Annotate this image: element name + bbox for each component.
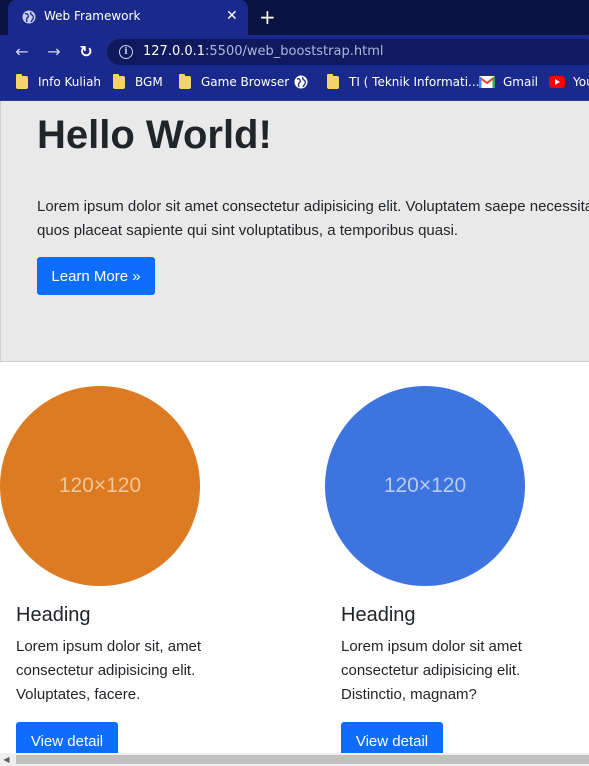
globe-icon [22, 10, 36, 24]
url-host: 127.0.0.1 [143, 44, 206, 59]
browser-tab[interactable]: Web Framework ✕ [8, 0, 248, 35]
bookmark-label: Gmail [503, 75, 539, 89]
view-detail-button[interactable]: View detail [16, 722, 118, 753]
bookmark-label: TI ( Teknik Informati... [349, 75, 480, 89]
browser-toolbar: ← → ↻ i 127.0.0.1:5500/web_booststrap.ht… [0, 35, 589, 69]
youtube-icon [549, 76, 565, 88]
card-image-placeholder: 120×120 [0, 386, 200, 586]
card-heading: Heading [341, 604, 416, 626]
bookmark-game-browser[interactable]: Game Browser [179, 73, 290, 89]
card-text: Lorem ipsum dolor sit, amet consectetur … [16, 638, 202, 703]
close-icon[interactable]: ✕ [226, 6, 238, 26]
url-path: :5500/web_booststrap.html [205, 44, 384, 59]
folder-icon [16, 73, 28, 89]
bookmark-label: You [573, 75, 589, 89]
card-heading: Heading [16, 604, 91, 626]
bookmark-label: Game Browser [201, 75, 290, 89]
info-icon[interactable]: i [119, 45, 133, 59]
horizontal-scrollbar[interactable]: ◀ [0, 753, 589, 766]
bookmark-ti[interactable]: TI ( Teknik Informati... [327, 73, 480, 89]
back-arrow-icon[interactable]: ← [12, 42, 32, 62]
bookmarks-bar: Info Kuliah BGM Game Browser TI ( Teknik… [0, 69, 589, 101]
reload-icon[interactable]: ↻ [76, 42, 96, 62]
view-detail-button[interactable]: View detail [341, 722, 443, 753]
jumbotron-text: Lorem ipsum dolor sit amet consectetur a… [37, 198, 589, 239]
address-bar[interactable]: i 127.0.0.1:5500/web_booststrap.html [107, 39, 589, 65]
jumbotron-title: Hello World! [37, 113, 272, 157]
jumbotron: Hello World! Lorem ipsum dolor sit amet … [0, 101, 589, 362]
tab-title: Web Framework [44, 9, 141, 23]
bookmark-label: Info Kuliah [38, 75, 102, 89]
bookmark-bgm[interactable]: BGM [113, 73, 163, 89]
card-image-placeholder: 120×120 [325, 386, 525, 586]
folder-icon [179, 73, 191, 89]
gmail-icon [479, 76, 495, 88]
browser-tab-strip: Web Framework ✕ + [0, 0, 589, 35]
forward-arrow-icon[interactable]: → [44, 42, 64, 62]
new-tab-button[interactable]: + [259, 4, 276, 30]
scroll-left-arrow-icon[interactable]: ◀ [0, 753, 13, 766]
bookmark-gmail[interactable]: Gmail [479, 75, 538, 89]
page-viewport: Hello World! Lorem ipsum dolor sit amet … [0, 101, 589, 753]
bookmark-globe[interactable] [294, 75, 318, 89]
bookmark-label: BGM [135, 75, 163, 89]
learn-more-button[interactable]: Learn More » [37, 257, 155, 295]
folder-icon [113, 73, 125, 89]
bookmark-youtube[interactable]: You [549, 75, 589, 89]
card-text: Lorem ipsum dolor sit amet consectetur a… [341, 638, 522, 703]
url-text: 127.0.0.1:5500/web_booststrap.html [143, 44, 383, 59]
bookmark-info-kuliah[interactable]: Info Kuliah [16, 73, 102, 89]
globe-icon [294, 75, 308, 89]
folder-icon [327, 73, 339, 89]
scrollbar-thumb[interactable] [16, 755, 589, 764]
